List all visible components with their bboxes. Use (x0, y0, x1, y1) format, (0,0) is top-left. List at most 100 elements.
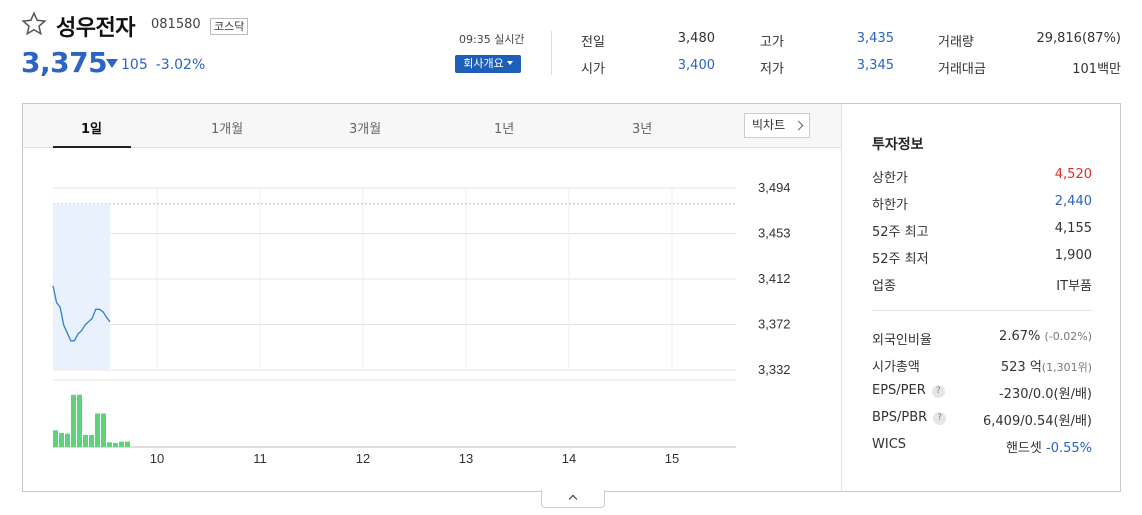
prev-close-value: 3,480 (677, 31, 715, 46)
foreign-ratio-label: 외국인비율 (872, 333, 932, 348)
info-row-wics: WICS 핸드셋 -0.55% (872, 437, 1092, 456)
lower-limit-label: 하한가 (872, 198, 908, 213)
foreign-ratio-change: (-0.02%) (1044, 330, 1093, 343)
chart-panel: 1일 1개월 3개월 1년 3년 빅차트 3,494 3,453 3,412 3,37… (22, 103, 1121, 492)
volume-bar (71, 394, 76, 447)
y-tick-label: 3,453 (758, 226, 791, 241)
52w-low-label: 52주 최저 (872, 252, 929, 267)
x-tick-label: 15 (665, 451, 679, 466)
tab-3years[interactable]: 3년 (632, 118, 652, 137)
open-value: 3,400 (677, 58, 715, 73)
company-overview-button[interactable]: 회사개요 (455, 55, 521, 73)
caret-down-icon (506, 61, 513, 65)
52w-high-value: 4,155 (1054, 221, 1092, 236)
volume-bar (101, 413, 106, 447)
x-tick-label: 13 (459, 451, 473, 466)
high-value: 3,435 (856, 31, 894, 46)
low-label: 저가 (760, 62, 784, 77)
52w-low-value: 1,900 (1054, 248, 1092, 263)
volume-bar (65, 433, 70, 447)
info-row-market-cap: 시가총액 523 억(1,301위) (872, 356, 1092, 375)
foreign-ratio-value: 2.67% (-0.02%) (999, 329, 1092, 344)
change-rate: -3.02% (155, 57, 206, 73)
info-row-bps-pbr: BPS/PBR? 6,409/0.54(원/배) (872, 410, 1092, 429)
chevron-right-icon (793, 120, 804, 131)
eps-per-label-wrap: EPS/PER? (872, 383, 945, 398)
x-tick-label: 10 (150, 451, 164, 466)
change-amount: 105 (121, 57, 148, 73)
tab-1day[interactable]: 1일 (81, 118, 102, 137)
info-row-eps-per: EPS/PER? -230/0.0(원/배) (872, 383, 1092, 402)
volume-bar (53, 430, 58, 447)
bps-pbr-value: 6,409/0.54(원/배) (983, 410, 1092, 429)
trade-amount-value: 101백만 (1072, 62, 1121, 77)
bps-pbr-unit: (원/배) (1053, 414, 1092, 429)
big-chart-button[interactable]: 빅차트 (744, 113, 810, 138)
volume-bar (113, 442, 118, 447)
tab-3months[interactable]: 3개월 (349, 118, 381, 137)
down-arrow-icon (106, 59, 118, 68)
range-highlight (53, 203, 110, 370)
header-divider (551, 31, 552, 75)
volume-bar (119, 441, 124, 447)
prev-close-label: 전일 (581, 35, 605, 50)
info-row-foreign-ratio: 외국인비율 2.67% (-0.02%) (872, 329, 1092, 348)
bps-pbr: 6,409/0.54 (983, 414, 1054, 429)
market-cap: 523 억 (1000, 360, 1042, 375)
big-chart-label: 빅차트 (752, 118, 786, 132)
price-change: 105 -3.02% (106, 57, 205, 73)
info-row-lower-limit: 하한가 2,440 (872, 194, 1092, 213)
info-row-52w-low: 52주 최저 1,900 (872, 248, 1092, 267)
help-icon[interactable]: ? (933, 412, 947, 425)
trade-amount-label: 거래대금 (938, 62, 986, 77)
favorite-star-icon[interactable] (21, 11, 47, 37)
foreign-ratio: 2.67% (999, 329, 1041, 344)
info-row-upper-limit: 상한가 4,520 (872, 167, 1092, 186)
x-tick-label: 11 (253, 451, 267, 466)
upper-limit-label: 상한가 (872, 171, 908, 186)
realtime-label: 09:35 실시간 (459, 33, 525, 46)
volume-bar (59, 432, 64, 447)
eps-per-unit: (원/배) (1053, 387, 1092, 402)
wics-sector[interactable]: 핸드셋 (1006, 441, 1042, 456)
current-price: 3,375 (21, 46, 108, 79)
bps-pbr-label: BPS/PBR (872, 410, 928, 425)
chevron-up-icon (568, 494, 578, 504)
y-tick-label: 3,494 (758, 180, 791, 195)
high-label: 고가 (760, 35, 784, 50)
period-tabs: 1일 1개월 3개월 1년 3년 빅차트 (23, 104, 841, 148)
company-overview-label: 회사개요 (463, 57, 504, 70)
market-cap-value: 523 억(1,301위) (1001, 356, 1092, 375)
stock-name: 성우전자 (56, 16, 135, 41)
panel-divider (841, 104, 842, 491)
volume-bar (125, 441, 130, 447)
y-tick-label: 3,332 (758, 362, 791, 377)
volume-value: 29,816(87%) (1036, 31, 1121, 46)
upper-limit-value: 4,520 (1054, 167, 1092, 182)
y-tick-label: 3,412 (758, 271, 791, 286)
industry-label: 업종 (872, 279, 896, 294)
volume-label: 거래량 (938, 35, 974, 50)
eps-per: -230/0.0 (998, 387, 1054, 402)
stock-code: 081580 (151, 17, 201, 32)
open-label: 시가 (581, 62, 605, 77)
market-cap-rank: (1,301위) (1041, 361, 1092, 374)
volume-bar (83, 434, 88, 447)
info-row-52w-high: 52주 최고 4,155 (872, 221, 1092, 240)
market-cap-label: 시가총액 (872, 360, 920, 375)
help-icon[interactable]: ? (931, 385, 945, 398)
tab-1month[interactable]: 1개월 (211, 118, 243, 137)
collapse-button[interactable] (541, 490, 605, 508)
wics-rate: -0.55% (1046, 441, 1092, 456)
52w-high-label: 52주 최고 (872, 225, 929, 240)
wics-label: WICS (872, 437, 907, 452)
volume-bar (95, 413, 100, 447)
industry-value[interactable]: IT부품 (1056, 275, 1092, 294)
volume-bar (77, 394, 82, 447)
tab-1year[interactable]: 1년 (494, 118, 514, 137)
lower-limit-value: 2,440 (1054, 194, 1092, 209)
info-row-industry: 업종 IT부품 (872, 275, 1092, 294)
eps-per-value: -230/0.0(원/배) (999, 383, 1092, 402)
intraday-chart: 3,494 3,453 3,412 3,372 3,332 10 11 12 13 14 15 (52, 180, 791, 466)
low-value: 3,345 (856, 58, 894, 73)
